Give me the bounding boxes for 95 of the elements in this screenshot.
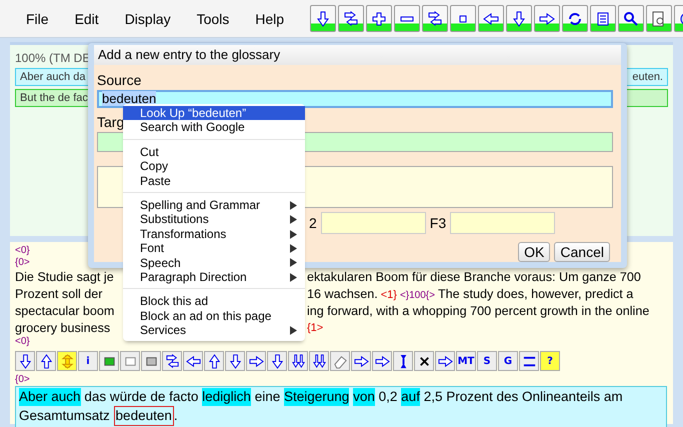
segment-tag: <0}: [15, 336, 30, 348]
arrow-down-icon[interactable]: [506, 5, 532, 32]
segment-text: das würde de facto: [84, 388, 198, 406]
context-menu-item[interactable]: Speech: [123, 256, 305, 270]
toolbar-button[interactable]: ?: [540, 351, 560, 371]
context-menu-item[interactable]: Paste: [123, 174, 305, 194]
toolbar-button[interactable]: S: [477, 351, 497, 371]
lines-icon[interactable]: [519, 351, 539, 371]
input-field[interactable]: [320, 212, 426, 234]
field-label: 2: [309, 215, 317, 231]
paragraph-text: Die Studie sagt je: [15, 269, 115, 286]
context-menu-item[interactable]: Paragraph Direction: [123, 270, 305, 290]
toolbar-button[interactable]: MT: [456, 351, 476, 371]
context-menu-item[interactable]: Font: [123, 241, 305, 256]
segment-tag: <0}: [15, 245, 30, 257]
context-menu-item[interactable]: Look Up “bedeuten”: [123, 106, 305, 120]
list-icon[interactable]: [590, 5, 616, 32]
context-menu-item[interactable]: Copy: [123, 159, 305, 174]
square-icon[interactable]: [450, 5, 476, 32]
double-arrow-down-icon[interactable]: [288, 351, 308, 371]
arrow-right-icon[interactable]: [534, 5, 560, 32]
context-menu-item[interactable]: Spelling and Grammar: [123, 198, 305, 212]
context-menu-item[interactable]: Transformations: [123, 226, 305, 242]
segment-tag: {0>: [15, 374, 30, 386]
paragraph-text: ektakularen Boom für diese Branche voraus: Um ganze 700: [307, 269, 641, 286]
minus-icon[interactable]: [394, 5, 420, 32]
segment-text: .: [174, 407, 178, 425]
paragraph-text: Prozent soll der: [15, 286, 104, 302]
context-menu-item[interactable]: Block an ad on this page: [123, 308, 305, 324]
paragraph-text: spectacular boom: [15, 303, 116, 320]
arrow-left-icon[interactable]: [478, 5, 504, 32]
segment-text: von: [353, 388, 375, 406]
segment-text: auf: [401, 388, 420, 406]
segment-text: Gesamtumsatz: [19, 407, 110, 425]
segment-tag: {0>: [15, 257, 30, 269]
arrow-down-icon[interactable]: [310, 5, 336, 32]
menu-item[interactable]: Help: [255, 10, 284, 26]
segment-text: Aber auch: [19, 388, 81, 406]
cross-icon[interactable]: [414, 351, 434, 371]
segment-tag: <}100{>: [400, 290, 435, 302]
cancel-button[interactable]: Cancel: [554, 242, 610, 262]
arrow-up-icon[interactable]: [204, 351, 224, 371]
swap-icon[interactable]: [422, 5, 448, 32]
field-label: Source: [97, 72, 142, 89]
filled-square-icon[interactable]: [99, 351, 119, 371]
menu-item[interactable]: Edit: [74, 10, 99, 26]
segment-text: bedeuten: [114, 406, 174, 426]
segment-text: lediglich: [202, 388, 251, 406]
shaded-square-icon[interactable]: [141, 351, 161, 371]
context-menu-item[interactable]: Search with Google: [123, 120, 305, 140]
paragraph-text: 16 wachsen.: [307, 286, 378, 302]
toolbar-button[interactable]: i: [78, 351, 98, 371]
field-label: F3: [430, 215, 446, 231]
arrow-down-icon[interactable]: [15, 351, 35, 371]
document-search-icon[interactable]: [646, 5, 672, 32]
ok-button[interactable]: OK: [518, 242, 550, 262]
segment-text: 0,2: [378, 388, 398, 406]
field-label: Targ: [97, 114, 124, 131]
search-icon[interactable]: [618, 5, 644, 32]
segment-text: eine: [254, 388, 280, 406]
arrow-in-icon[interactable]: [351, 351, 371, 371]
source-field[interactable]: bedeuten: [97, 90, 613, 108]
swap-icon[interactable]: [162, 351, 182, 371]
triple-arrow-down-icon[interactable]: [309, 351, 329, 371]
arrow-up-icon[interactable]: [36, 351, 56, 371]
paragraph-text: grocery business: [15, 320, 112, 336]
arrow-down-icon[interactable]: [225, 351, 245, 371]
active-segment[interactable]: Aber auch das würde de facto lediglich eine Steigerung von 0,2 auf 2,5 Prozent des Onlineanteils am Gesamtumsatz bedeuten.: [15, 386, 667, 427]
context-menu-item[interactable]: Cut: [123, 144, 305, 160]
arrow-left-icon[interactable]: [183, 351, 203, 371]
menu-item[interactable]: Tools: [196, 10, 230, 26]
arrow-in-icon[interactable]: [435, 351, 455, 371]
menu-item[interactable]: File: [26, 10, 49, 26]
collapse-icon[interactable]: [393, 351, 413, 371]
menu-item[interactable]: Display: [124, 10, 171, 26]
plus-icon[interactable]: [366, 5, 392, 32]
eraser-icon[interactable]: [330, 351, 350, 371]
arrow-in-icon[interactable]: [372, 351, 392, 371]
submenu-arrow-icon: [290, 326, 297, 335]
segment-tag: <1}: [380, 286, 397, 303]
segment-text: Steigerung: [284, 388, 350, 406]
arrow-right-icon[interactable]: [246, 351, 266, 371]
toolbar-button[interactable]: G: [498, 351, 518, 371]
swap-icon[interactable]: [338, 5, 364, 32]
segment-text: 2,5 Prozent des Onlineanteils am: [424, 388, 623, 406]
paragraph-text: ing forward, with a whopping 700 percent growth in the online: [307, 303, 650, 320]
context-menu-item[interactable]: Services: [123, 323, 305, 338]
paragraph-text: The study does, however, predict a: [438, 286, 634, 302]
context-menu-item[interactable]: Substitutions: [123, 212, 305, 227]
arrow-down-icon[interactable]: [267, 351, 287, 371]
dialog-title: Add a new entry to the glossary: [94, 45, 621, 65]
refresh-icon[interactable]: [562, 5, 588, 32]
input-field[interactable]: [450, 212, 556, 234]
segment-tag: {1>: [307, 320, 324, 336]
context-menu-item[interactable]: Block this ad: [123, 294, 305, 309]
